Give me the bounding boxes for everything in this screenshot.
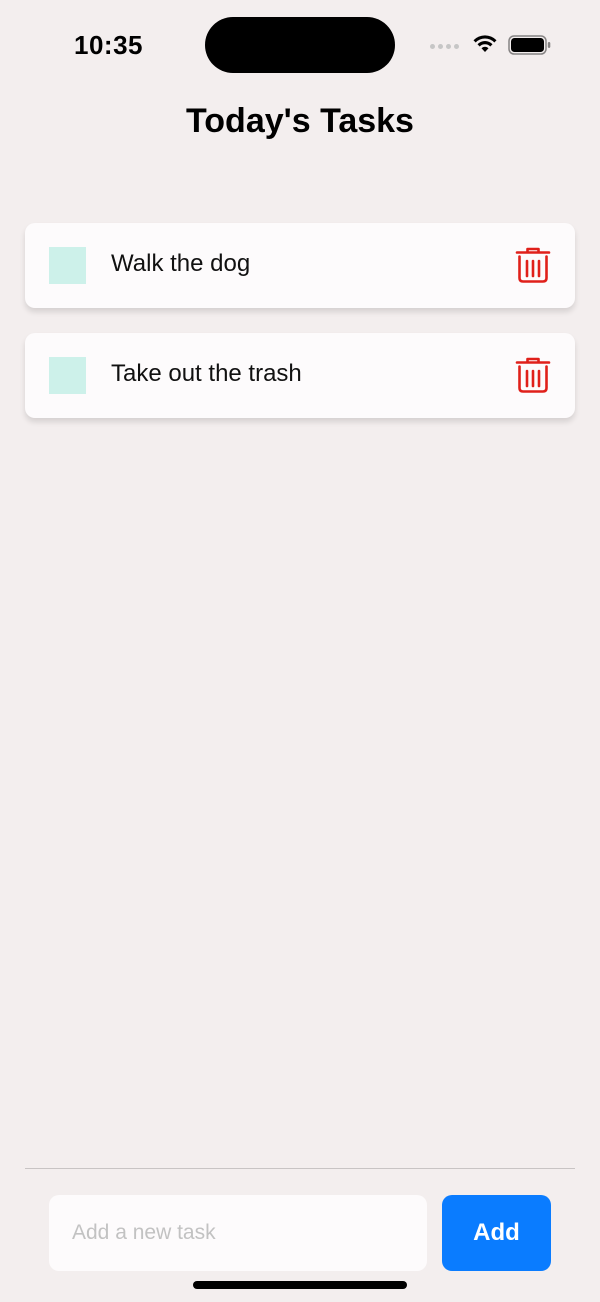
delete-button[interactable] — [515, 356, 551, 394]
wifi-icon — [473, 35, 497, 52]
task-label: Walk the dog — [111, 250, 251, 277]
signal-icon — [430, 44, 459, 49]
add-button[interactable]: Add — [442, 1195, 551, 1271]
status-bar: 10:35 — [0, 0, 600, 90]
trash-icon — [515, 357, 551, 393]
dynamic-island — [205, 17, 395, 73]
task-list: Walk the dog Take out the trash — [25, 223, 575, 443]
composer-divider — [25, 1168, 575, 1169]
status-time: 10:35 — [74, 30, 143, 60]
task-item: Take out the trash — [25, 333, 575, 418]
home-indicator — [193, 1281, 407, 1289]
task-item: Walk the dog — [25, 223, 575, 308]
trash-icon — [515, 247, 551, 283]
task-checkbox[interactable] — [49, 357, 86, 394]
battery-icon — [508, 35, 551, 55]
task-label: Take out the trash — [111, 360, 302, 387]
new-task-input[interactable] — [49, 1195, 427, 1271]
delete-button[interactable] — [515, 246, 551, 284]
page-title: Today's Tasks — [186, 102, 414, 140]
task-checkbox[interactable] — [49, 247, 86, 284]
